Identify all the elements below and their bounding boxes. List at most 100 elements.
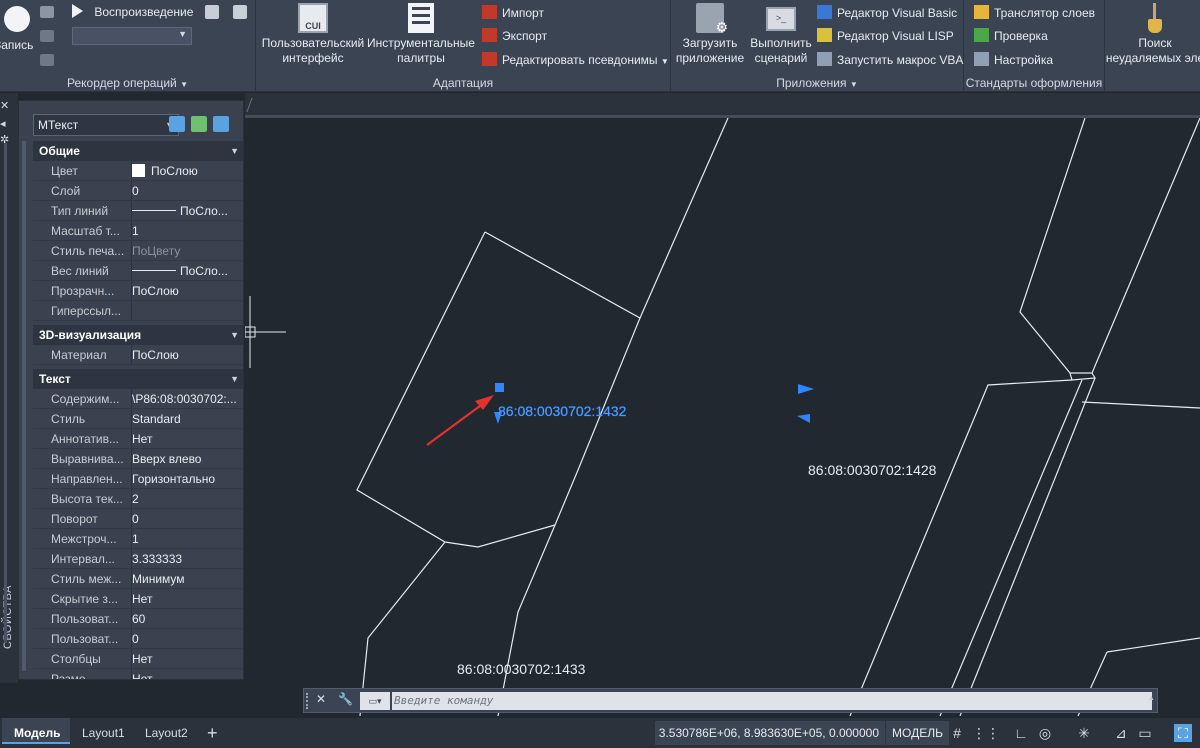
autohide-icon[interactable]: ◂ [0, 117, 10, 130]
parcel-boundary[interactable] [356, 231, 556, 548]
command-scroll-icon[interactable]: ▲ [1147, 693, 1155, 702]
recorder-tool-icon-2[interactable] [40, 30, 54, 42]
property-row[interactable]: Стиль Standard [33, 409, 243, 429]
drawing-geometry[interactable]: 86:08:0030702:1432 86:08:0030702:1428 86… [245, 118, 1200, 716]
mtext-grip[interactable] [495, 383, 504, 392]
property-row[interactable]: Вес линий ПоСло... [33, 261, 243, 281]
property-row[interactable]: Разме... Нет [33, 669, 243, 679]
property-row[interactable]: Аннотатив... Нет [33, 429, 243, 449]
parcel-boundary[interactable] [484, 231, 641, 716]
panel-title-customization[interactable]: Адаптация [256, 75, 670, 91]
property-value[interactable]: Нет [131, 429, 243, 448]
close-icon[interactable]: ✕ [0, 99, 10, 112]
recent-commands-icon[interactable]: ▭▾ [360, 692, 390, 710]
property-value[interactable]: 1 [131, 529, 243, 548]
property-value[interactable]: 0 [131, 509, 243, 528]
recorder-tool-icon-1[interactable] [40, 6, 54, 18]
macro-dropdown[interactable]: ▼ [72, 27, 192, 45]
property-value[interactable]: ПоСло... [131, 201, 243, 220]
load-application-button[interactable]: ⚙ Загрузить приложение [671, 3, 749, 66]
property-row[interactable]: Пользоват... 0 [33, 629, 243, 649]
property-row[interactable]: Тип линий ПоСло... [33, 201, 243, 221]
property-value[interactable] [131, 301, 243, 320]
configure-standards-button[interactable]: Настройка [974, 50, 1053, 70]
select-objects-icon[interactable] [191, 116, 207, 132]
property-value[interactable]: Горизонтально [131, 469, 243, 488]
tab-layout1[interactable]: Layout1 [82, 722, 125, 744]
property-row[interactable]: Интервал... 3.333333 [33, 549, 243, 569]
parcel-boundary[interactable] [1019, 118, 1200, 374]
tab-layout2[interactable]: Layout2 [145, 722, 188, 744]
tool-palettes-button[interactable]: Инструментальные палитры [366, 3, 476, 66]
property-row[interactable]: Масштаб т... 1 [33, 221, 243, 241]
toggle-pickadd-icon[interactable] [169, 116, 185, 132]
property-value[interactable]: 0 [131, 181, 243, 200]
command-input[interactable]: Введите команду [392, 692, 1152, 710]
property-row[interactable]: Прозрачн... ПоСлою [33, 281, 243, 301]
property-row[interactable]: Стиль печа... ПоЦвету [33, 241, 243, 261]
property-value[interactable]: \P86:08:0030702:... [131, 389, 243, 408]
object-type-select[interactable]: МТекст ▼ [33, 114, 179, 136]
grid-icon[interactable]: # [948, 724, 966, 742]
property-value[interactable]: Нет [131, 589, 243, 608]
property-value[interactable]: ПоСло... [131, 261, 243, 280]
coordinates-readout[interactable]: 3.530786E+06, 8.983630E+05, 0.000000 [655, 721, 885, 745]
property-value[interactable]: ПоСлою [131, 345, 243, 364]
check-standards-button[interactable]: Проверка [974, 26, 1048, 46]
selection-cycling-icon[interactable]: ▭ [1136, 724, 1154, 742]
visual-lisp-editor-button[interactable]: Редактор Visual LISP [817, 26, 954, 46]
polar-icon[interactable]: ◎ [1036, 724, 1054, 742]
parcel-boundary[interactable] [639, 118, 729, 319]
close-icon[interactable]: ✕ [316, 692, 326, 706]
property-value[interactable]: Вверх влево [131, 449, 243, 468]
property-row[interactable]: Скрытие з... Нет [33, 589, 243, 609]
property-row[interactable]: Слой 0 [33, 181, 243, 201]
cui-button[interactable]: CUI Пользовательский интерфейс [258, 3, 368, 66]
property-row[interactable]: Гиперссыл... [33, 301, 243, 321]
property-row[interactable]: Столбцы Нет [33, 649, 243, 669]
import-button[interactable]: Импорт [482, 3, 544, 23]
property-row[interactable]: Пользоват... 60 [33, 609, 243, 629]
property-value[interactable]: 0 [131, 629, 243, 648]
scroll-indicator[interactable] [4, 143, 7, 643]
property-row[interactable]: Выравнива... Вверх влево [33, 449, 243, 469]
add-layout-button[interactable]: + [207, 722, 218, 744]
drawing-canvas[interactable]: 86:08:0030702:1432 86:08:0030702:1428 86… [245, 118, 1200, 716]
section-header[interactable]: Общие ▼ [33, 141, 243, 161]
property-value[interactable]: 60 [131, 609, 243, 628]
tab-model-label[interactable]: Модель [14, 722, 60, 744]
customize-icon[interactable]: 🔧 [338, 692, 353, 706]
parcel-label-selected[interactable]: 86:08:0030702:1432 [498, 403, 627, 419]
parcel-boundary[interactable] [1106, 637, 1200, 653]
property-value[interactable]: Нет [131, 649, 243, 668]
property-value[interactable]: ПоСлою [131, 161, 243, 180]
annotation-scale-icon[interactable]: ⛶ [1174, 724, 1192, 742]
ortho-icon[interactable]: ∟ [1012, 724, 1030, 742]
parcel-boundary[interactable] [939, 379, 1083, 716]
parcel-label-1428[interactable]: 86:08:0030702:1428 [808, 462, 937, 478]
record-button[interactable]: Запись [0, 4, 36, 58]
parcel-label-1433[interactable]: 86:08:0030702:1433 [457, 661, 586, 677]
property-value[interactable]: Минимум [131, 569, 243, 588]
panel-title-recorder[interactable]: Рекордер операций ▼ [0, 75, 255, 91]
property-row[interactable]: Содержим... \P86:08:0030702:... [33, 389, 243, 409]
export-button[interactable]: Экспорт [482, 26, 547, 46]
recorder-tool-icon-3[interactable] [40, 54, 54, 66]
property-value[interactable]: 3.333333 [131, 549, 243, 568]
parcel-boundary[interactable] [1081, 401, 1200, 409]
property-row[interactable]: Материал ПоСлою [33, 345, 243, 365]
recorder-save-icon[interactable] [205, 5, 219, 19]
quick-select-icon[interactable] [213, 116, 229, 132]
visual-basic-editor-button[interactable]: Редактор Visual Basic [817, 3, 957, 23]
property-value[interactable]: Нет [131, 669, 243, 679]
run-vba-macro-button[interactable]: Запустить макрос VBA [817, 50, 963, 70]
parcel-boundary[interactable] [959, 377, 1096, 716]
property-row[interactable]: Стиль меж... Минимум [33, 569, 243, 589]
property-row[interactable]: Поворот 0 [33, 509, 243, 529]
property-row[interactable]: Направлен... Горизонтально [33, 469, 243, 489]
property-value[interactable]: ПоЦвету [131, 241, 243, 260]
section-header[interactable]: Текст ▼ [33, 369, 243, 389]
play-button[interactable]: Воспроизведение [72, 4, 193, 22]
property-row[interactable]: Межстроч... 1 [33, 529, 243, 549]
mtext-grip-arrow-right[interactable] [798, 384, 814, 394]
